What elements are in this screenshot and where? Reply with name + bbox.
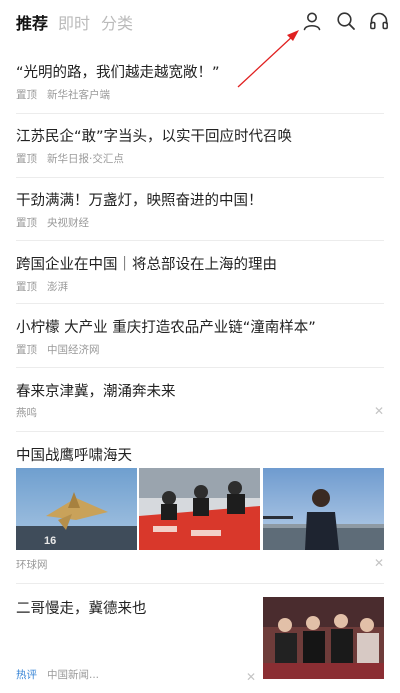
article-source: 新华社客户端 [47,89,110,101]
search-icon[interactable] [335,10,357,32]
article-title[interactable]: 江苏民企“敢”字当头，以实干回应时代召唤 [16,125,292,146]
feed-item[interactable]: “光明的路，我们越走越宽敞！” 置顶 新华社客户端 [16,52,384,114]
article-title[interactable]: 干劲满满！万盏灯，映照奋进的中国！ [16,189,263,210]
article-title[interactable]: “光明的路，我们越走越宽敞！” [16,61,220,82]
article-meta: 环球网 [16,557,48,572]
top-nav: 推荐 即时 分类 [0,0,400,44]
article-meta: 置顶 央视财经 [16,215,89,230]
article-source: 新华日报·交汇点 [47,153,124,165]
article-title[interactable]: 二哥慢走，冀德来也 [16,597,147,618]
feed-item[interactable]: 小柠檬 大产业 重庆打造农品产业链“潼南样本” 置顶 中国经济网 [16,304,384,368]
article-meta: 置顶 新华日报·交汇点 [16,151,124,166]
close-icon[interactable]: ✕ [374,404,384,418]
headphones-icon[interactable] [368,10,390,32]
sailors-banner-photo[interactable] [139,468,260,550]
pinned-tag: 置顶 [16,153,37,165]
event-photo[interactable] [263,597,384,679]
svg-text:16: 16 [44,535,56,547]
close-icon[interactable]: ✕ [246,670,256,684]
tab-realtime[interactable]: 即时 [58,10,90,34]
pinned-tag: 置顶 [16,89,37,101]
tab-category[interactable]: 分类 [101,10,133,34]
article-meta: 燕鸣 [16,405,37,420]
article-meta: 置顶 新华社客户端 [16,87,110,102]
feed-item[interactable]: 江苏民企“敢”字当头，以实干回应时代召唤 置顶 新华日报·交汇点 [16,114,384,178]
pinned-tag: 置顶 [16,344,37,356]
article-source: 燕鸣 [16,407,37,419]
user-icon[interactable] [301,10,323,32]
article-title[interactable]: 春来京津冀，潮涌奔未来 [16,380,176,401]
fighter-jet-photo[interactable]: 16 [16,468,137,550]
article-source: 央视财经 [47,217,89,229]
article-title[interactable]: 小柠檬 大产业 重庆打造农品产业链“潼南样本” [16,316,316,337]
article-source: 环球网 [16,559,48,571]
article-title[interactable]: 跨国企业在中国｜将总部设在上海的理由 [16,253,277,274]
photo-strip[interactable]: 16 [16,468,384,550]
feed-item[interactable]: 二哥慢走，冀德来也 热评 中国新闻... ✕ [16,584,384,693]
article-meta: 置顶 中国经济网 [16,342,100,357]
feed-item[interactable]: 中国战鹰呼啸海天 16 环球网 ✕ [16,432,384,584]
article-meta: 置顶 澎湃 [16,279,68,294]
feed-item[interactable]: 跨国企业在中国｜将总部设在上海的理由 置顶 澎湃 [16,241,384,304]
officer-deck-photo[interactable] [263,468,384,550]
pinned-tag: 置顶 [16,217,37,229]
article-source: 澎湃 [47,281,68,293]
article-meta: 热评 中国新闻... [16,667,99,682]
feed-item[interactable]: 春来京津冀，潮涌奔未来 燕鸣 ✕ [16,368,384,432]
article-source: 中国新闻... [47,669,100,681]
close-icon[interactable]: ✕ [374,556,384,570]
article-source: 中国经济网 [47,344,100,356]
pinned-tag: 置顶 [16,281,37,293]
hot-comment-tag: 热评 [16,669,37,681]
tab-recommend[interactable]: 推荐 [16,10,48,34]
feed-item[interactable]: 干劲满满！万盏灯，映照奋进的中国！ 置顶 央视财经 [16,178,384,241]
article-title[interactable]: 中国战鹰呼啸海天 [16,444,132,465]
